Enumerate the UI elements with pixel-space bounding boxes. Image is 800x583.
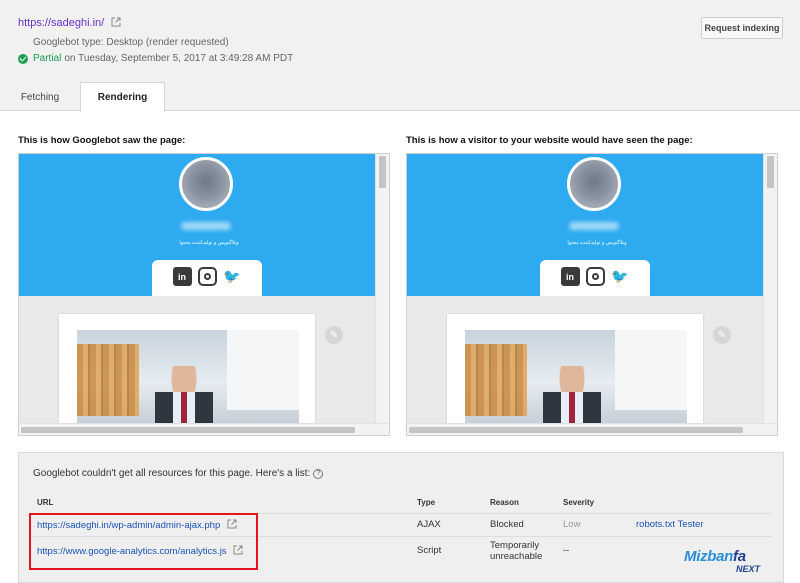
resource-severity: -- xyxy=(563,545,570,556)
avatar xyxy=(567,157,621,211)
resources-table-header: URL Type Reason Severity xyxy=(33,495,771,509)
highlight-box xyxy=(29,513,258,570)
horizontal-scrollbar[interactable] xyxy=(407,423,777,435)
resource-reason-line1: Temporarily xyxy=(490,540,540,551)
photo-window xyxy=(615,330,687,410)
external-link-icon[interactable] xyxy=(111,17,121,27)
googlebot-render-preview[interactable]: وبلاگنویس و تولیدکننده محتوا in 🐦 ✎ xyxy=(18,153,390,436)
render-status: Partial on Tuesday, September 5, 2017 at… xyxy=(18,53,293,64)
logo-sub: NEXT xyxy=(735,564,760,574)
post-photo xyxy=(77,330,299,435)
vertical-scrollbar[interactable] xyxy=(763,154,777,424)
linkedin-icon: in xyxy=(172,267,192,286)
scrollbar-thumb[interactable] xyxy=(21,427,355,433)
twitter-icon: 🐦 xyxy=(223,268,241,284)
vertical-scrollbar[interactable] xyxy=(375,154,389,424)
edit-pencil-icon: ✎ xyxy=(713,326,731,344)
social-links: in 🐦 xyxy=(152,260,262,296)
column-header-severity: Severity xyxy=(563,498,595,507)
resource-reason-line2: unreachable xyxy=(490,551,543,562)
visitor-view-caption: This is how a visitor to your website wo… xyxy=(406,135,693,146)
resource-type: AJAX xyxy=(417,519,441,530)
logo-suffix: fa xyxy=(733,548,746,565)
fetched-url[interactable]: https://sadeghi.in/ xyxy=(18,17,121,29)
scrollbar-thumb[interactable] xyxy=(379,156,386,188)
tab-fetching[interactable]: Fetching xyxy=(18,82,62,112)
site-author-name-blurred xyxy=(181,222,231,230)
mizbanfa-logo: Mizbanfa NEXT xyxy=(684,549,764,577)
help-icon[interactable]: ? xyxy=(313,468,324,479)
logo-prefix: Mizban xyxy=(684,548,734,565)
logo-wordmark: Mizbanfa xyxy=(684,549,764,564)
visitor-render-preview[interactable]: وبلاگنویس و تولیدکننده محتوا in 🐦 ✎ xyxy=(406,153,778,436)
fetched-url-link[interactable]: https://sadeghi.in/ xyxy=(18,17,104,29)
column-header-reason: Reason xyxy=(490,498,519,507)
resources-heading: Googlebot couldn't get all resources for… xyxy=(33,468,324,479)
photo-shelf xyxy=(77,344,139,416)
fetch-header-panel: https://sadeghi.in/ Googlebot type: Desk… xyxy=(0,0,800,112)
request-indexing-button[interactable]: Request indexing xyxy=(701,17,783,39)
social-links: in 🐦 xyxy=(540,260,650,296)
googlebot-type: Googlebot type: Desktop (render requeste… xyxy=(33,37,229,48)
post-card xyxy=(59,314,315,435)
column-header-url: URL xyxy=(37,498,54,507)
status-badge: Partial xyxy=(33,53,62,64)
check-circle-icon xyxy=(18,53,28,64)
horizontal-scrollbar[interactable] xyxy=(19,423,389,435)
googlebot-view-caption: This is how Googlebot saw the page: xyxy=(18,135,186,146)
scrollbar-thumb[interactable] xyxy=(409,427,743,433)
tab-rendering[interactable]: Rendering xyxy=(80,82,165,112)
scrollbar-thumb[interactable] xyxy=(767,156,774,188)
resource-type: Script xyxy=(417,545,442,556)
robots-tester-link[interactable]: robots.txt Tester xyxy=(636,519,703,530)
instagram-icon xyxy=(197,267,217,286)
post-photo xyxy=(465,330,687,435)
search-console-fetch-render: https://sadeghi.in/ Googlebot type: Desk… xyxy=(0,0,800,583)
resource-reason: Temporarily unreachable xyxy=(490,540,542,562)
site-tagline: وبلاگنویس و تولیدکننده محتوا xyxy=(567,240,627,246)
resource-severity: Low xyxy=(563,519,581,530)
post-card xyxy=(447,314,703,435)
instagram-icon xyxy=(585,267,605,286)
photo-shelf xyxy=(465,344,527,416)
twitter-icon: 🐦 xyxy=(611,268,629,284)
resources-heading-text: Googlebot couldn't get all resources for… xyxy=(33,468,311,479)
status-timestamp: on Tuesday, September 5, 2017 at 3:49:28… xyxy=(64,53,294,64)
site-author-name-blurred xyxy=(569,222,619,230)
linkedin-icon: in xyxy=(560,267,580,286)
avatar xyxy=(179,157,233,211)
column-header-type: Type xyxy=(417,498,436,507)
resource-reason: Blocked xyxy=(490,519,524,530)
photo-window xyxy=(227,330,299,410)
edit-pencil-icon: ✎ xyxy=(325,326,343,344)
site-tagline: وبلاگنویس و تولیدکننده محتوا xyxy=(179,240,239,246)
